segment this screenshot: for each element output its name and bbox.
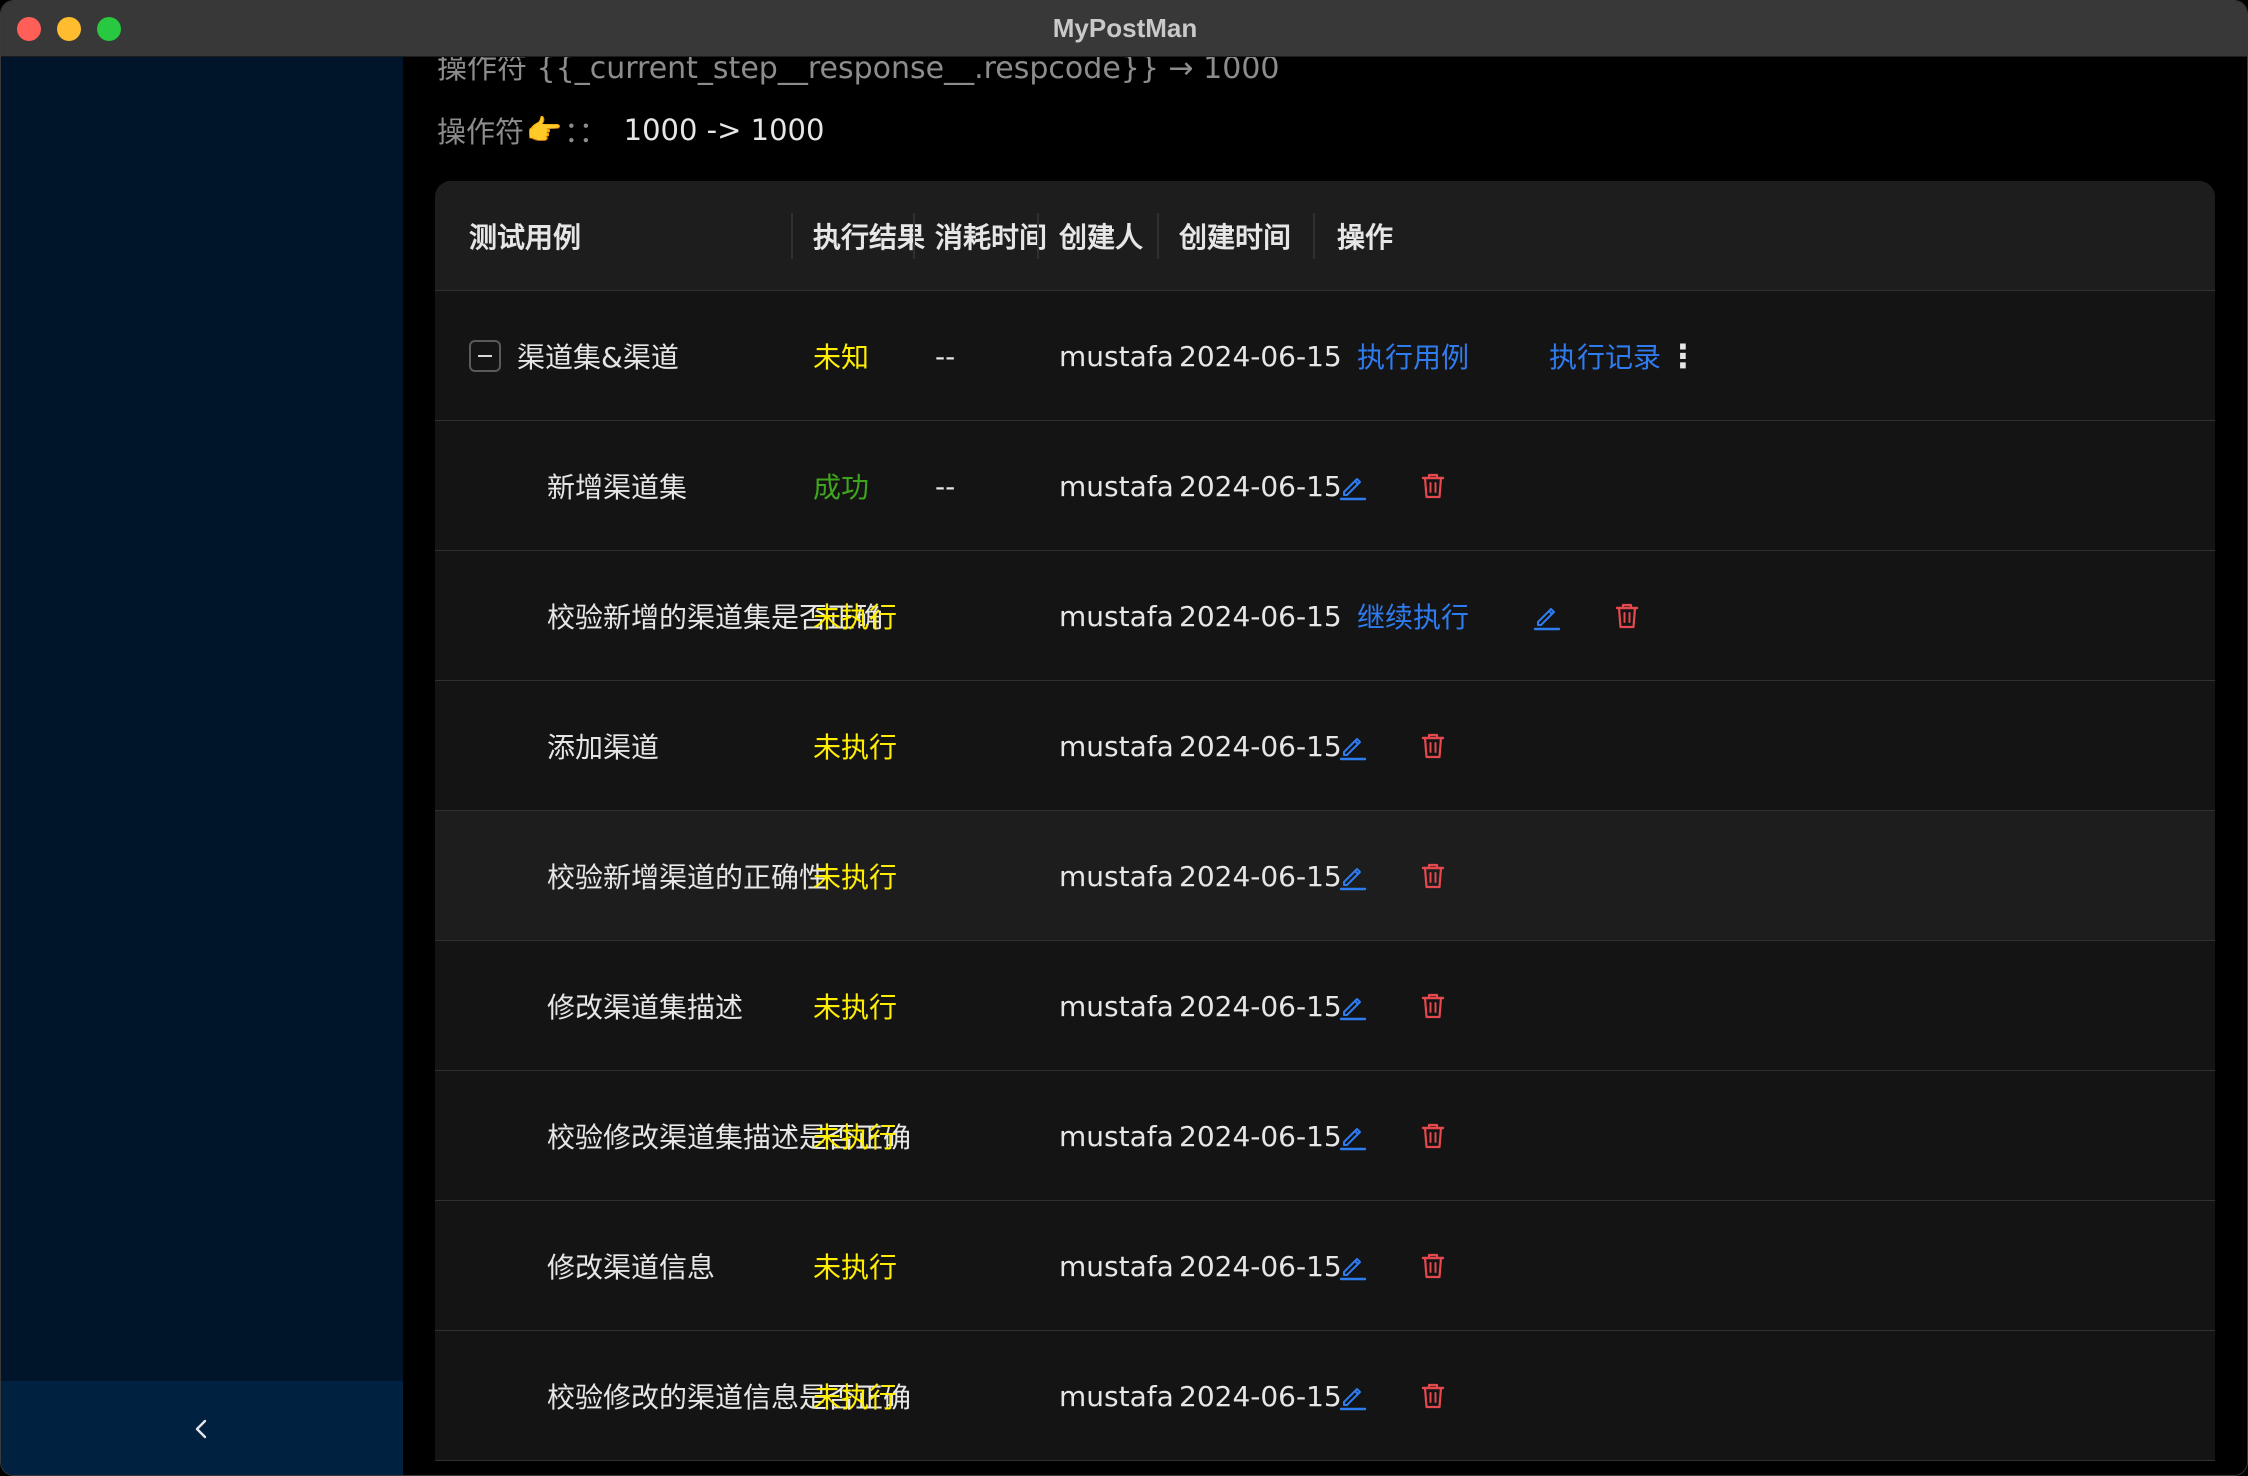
edit-icon[interactable]: [1333, 1246, 1373, 1286]
more-options-icon[interactable]: ⋮: [1667, 291, 1699, 421]
continue-run-link[interactable]: 继续执行: [1357, 551, 1469, 681]
status-badge: 未知: [813, 341, 870, 374]
operator-label: 操作符: [437, 115, 525, 149]
column-header-result[interactable]: 执行结果: [813, 216, 925, 256]
case-name: 渠道集&渠道: [517, 341, 679, 374]
table-row[interactable]: 修改渠道信息 未执行 mustafa 2024-06-15: [435, 1201, 2215, 1331]
run-case-link[interactable]: 执行用例: [1357, 291, 1469, 421]
created-date: 2024-06-15: [1179, 989, 1342, 1023]
table-row[interactable]: 添加渠道 未执行 mustafa 2024-06-15: [435, 681, 2215, 811]
creator: mustafa: [1059, 339, 1174, 373]
table-row[interactable]: 校验新增渠道的正确性 未执行 mustafa 2024-06-15: [435, 811, 2215, 941]
status-badge: 未执行: [813, 1121, 898, 1154]
creator: mustafa: [1059, 859, 1174, 893]
operator-value: 1000 -> 1000: [623, 113, 825, 147]
edit-icon[interactable]: [1333, 1116, 1373, 1156]
test-case-table: 测试用例 执行结果 消耗时间 创建人 创建时间 操作 渠道集&渠道 未知 --: [435, 181, 2215, 1461]
table-row[interactable]: 修改渠道集描述 未执行 mustafa 2024-06-15: [435, 941, 2215, 1071]
created-date: 2024-06-15: [1179, 1249, 1342, 1283]
status-badge: 未执行: [813, 861, 898, 894]
creator: mustafa: [1059, 599, 1174, 633]
creator: mustafa: [1059, 1119, 1174, 1153]
case-name: 添加渠道: [547, 731, 660, 764]
collapse-row-button[interactable]: [469, 340, 501, 372]
duration: --: [935, 469, 956, 503]
sidebar-collapse-button[interactable]: [1, 1381, 403, 1475]
creator: mustafa: [1059, 989, 1174, 1023]
creator: mustafa: [1059, 469, 1174, 503]
child-rows: 新增渠道集 成功 -- mustafa 2024-06-15 校验新增的渠道集是…: [435, 421, 2215, 1461]
column-header-test-case[interactable]: 测试用例: [469, 216, 581, 256]
status-badge: 未执行: [813, 991, 898, 1024]
status-badge: 未执行: [813, 1381, 898, 1414]
created-date: 2024-06-15: [1179, 469, 1342, 503]
status-badge: 未执行: [813, 601, 898, 634]
edit-icon[interactable]: [1333, 726, 1373, 766]
status-badge: 未执行: [813, 731, 898, 764]
table-row-group[interactable]: 渠道集&渠道 未知 -- mustafa 2024-06-15 执行用例 执行记…: [435, 291, 2215, 421]
table-row[interactable]: 校验修改的渠道信息是否正确 未执行 mustafa 2024-06-15: [435, 1331, 2215, 1461]
edit-icon[interactable]: [1527, 596, 1567, 636]
operator-line: 操作符 👉 ：： 1000 -> 1000: [437, 109, 824, 151]
delete-icon[interactable]: [1607, 596, 1647, 636]
edit-icon[interactable]: [1333, 466, 1373, 506]
previous-assertion-line: 操作符 {{_current_step__response__.respcode…: [437, 57, 1280, 86]
main-content: 操作符 {{_current_step__response__.respcode…: [403, 57, 2247, 1475]
run-history-link[interactable]: 执行记录: [1549, 291, 1661, 421]
column-header-actions: 操作: [1337, 221, 1394, 254]
table-row[interactable]: 校验修改渠道集描述是否正确 未执行 mustafa 2024-06-15: [435, 1071, 2215, 1201]
created-date: 2024-06-15: [1179, 339, 1342, 373]
sidebar: [1, 57, 403, 1475]
created-date: 2024-06-15: [1179, 859, 1342, 893]
created-date: 2024-06-15: [1179, 1379, 1342, 1413]
edit-icon[interactable]: [1333, 986, 1373, 1026]
column-header-created[interactable]: 创建时间: [1179, 216, 1291, 256]
delete-icon[interactable]: [1413, 466, 1453, 506]
table-row[interactable]: 校验新增的渠道集是否正确 未执行 mustafa 2024-06-15 继续执行: [435, 551, 2215, 681]
delete-icon[interactable]: [1413, 986, 1453, 1026]
window-title: MyPostMan: [1052, 13, 1198, 43]
case-name: 修改渠道集描述: [547, 991, 744, 1024]
case-name: 校验新增渠道的正确性: [547, 861, 828, 894]
delete-icon[interactable]: [1413, 1246, 1453, 1286]
delete-icon[interactable]: [1413, 856, 1453, 896]
delete-icon[interactable]: [1413, 726, 1453, 766]
column-header-duration[interactable]: 消耗时间: [935, 216, 1047, 256]
column-header-creator[interactable]: 创建人: [1059, 216, 1143, 256]
title-bar: MyPostMan: [1, 1, 2247, 57]
created-date: 2024-06-15: [1179, 599, 1342, 633]
duration: --: [935, 339, 956, 373]
delete-icon[interactable]: [1413, 1376, 1453, 1416]
creator: mustafa: [1059, 1249, 1174, 1283]
operator-colon: ：：: [564, 115, 608, 149]
creator: mustafa: [1059, 1379, 1174, 1413]
creator: mustafa: [1059, 729, 1174, 763]
table-row[interactable]: 新增渠道集 成功 -- mustafa 2024-06-15: [435, 421, 2215, 551]
created-date: 2024-06-15: [1179, 1119, 1342, 1153]
table-header: 测试用例 执行结果 消耗时间 创建人 创建时间 操作: [435, 181, 2215, 291]
edit-icon[interactable]: [1333, 856, 1373, 896]
edit-icon[interactable]: [1333, 1376, 1373, 1416]
status-badge: 成功: [813, 471, 870, 504]
chevron-left-icon: [195, 1419, 207, 1439]
pointing-hand-icon: 👉: [526, 112, 563, 147]
app-window: MyPostMan 操作符 {{_current_step__response_…: [0, 0, 2248, 1476]
case-name: 修改渠道信息: [547, 1251, 716, 1284]
status-badge: 未执行: [813, 1251, 898, 1284]
delete-icon[interactable]: [1413, 1116, 1453, 1156]
case-name: 新增渠道集: [547, 471, 688, 504]
created-date: 2024-06-15: [1179, 729, 1342, 763]
